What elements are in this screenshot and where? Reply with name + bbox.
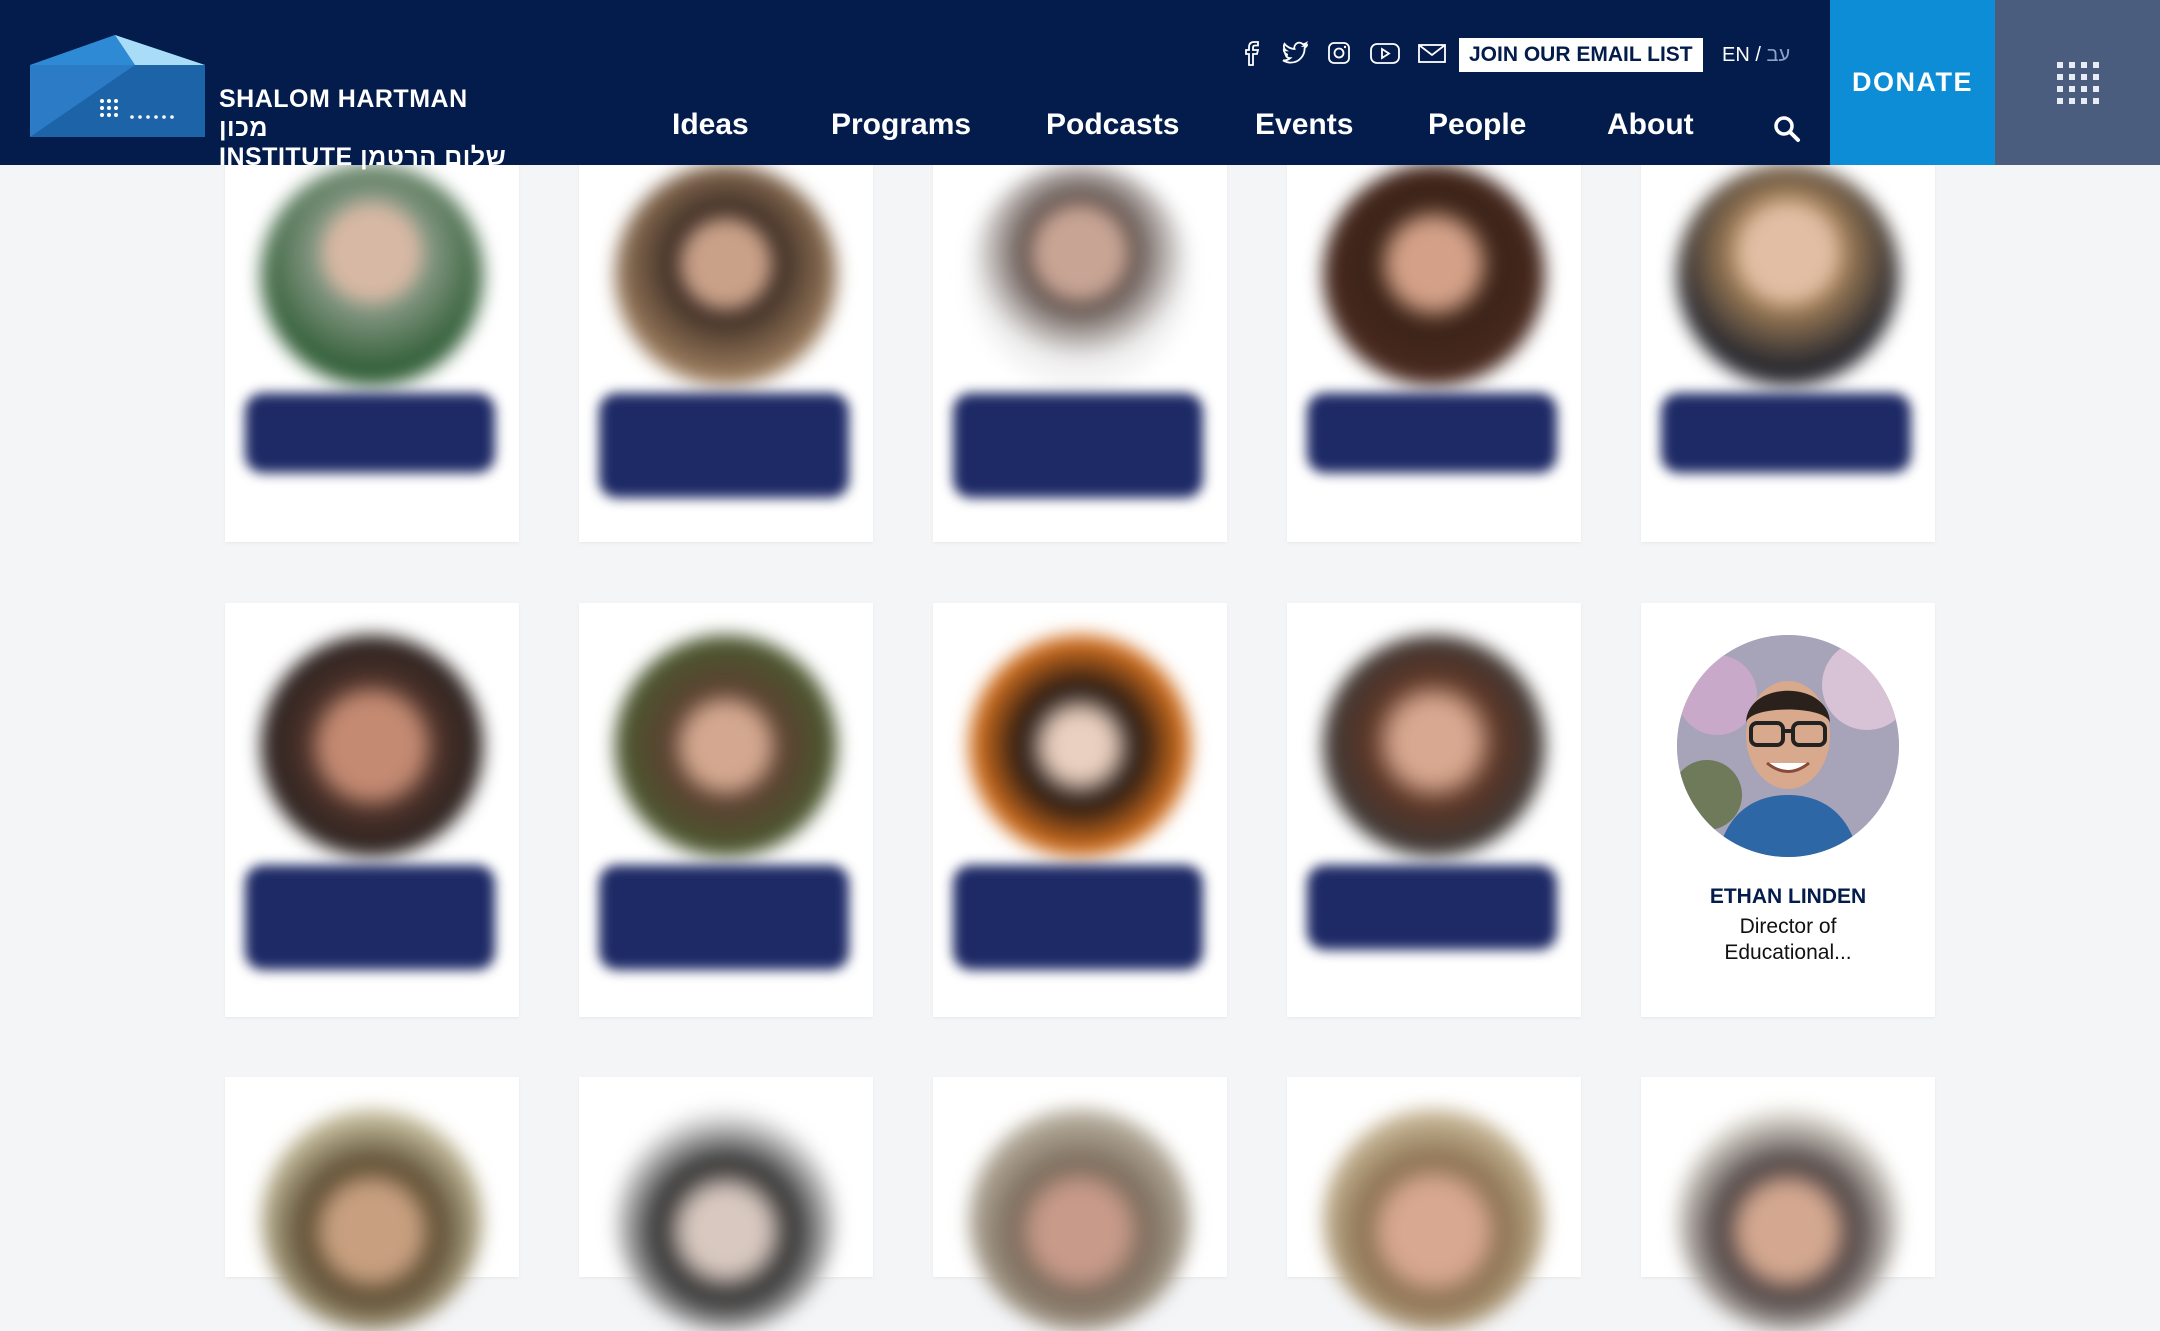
lang-he-link[interactable]: עב (1766, 44, 1790, 66)
person-card[interactable] (579, 108, 873, 542)
redacted-name (599, 865, 849, 970)
redacted-name (245, 865, 495, 970)
person-photo (261, 635, 483, 857)
person-card[interactable] (579, 603, 873, 1017)
redacted-name (953, 865, 1203, 970)
logo-text: SHALOM HARTMAN מכון INSTITUTE שלום הרטמן (219, 85, 510, 172)
language-switcher: EN / עב (1722, 44, 1790, 67)
redacted-name (599, 393, 849, 498)
person-photo (615, 164, 837, 386)
person-photo (969, 1109, 1191, 1331)
person-photo (1323, 635, 1545, 857)
person-card[interactable] (225, 1077, 519, 1331)
person-photo (1677, 1109, 1899, 1331)
facebook-icon[interactable] (1236, 38, 1266, 68)
person-photo (969, 164, 1191, 386)
redacted-name (1307, 393, 1557, 473)
person-card[interactable] (225, 108, 519, 542)
logo-mark-icon (30, 35, 205, 137)
person-title-line-2: Educational... (1724, 941, 1852, 964)
nav-ideas[interactable]: Ideas (672, 108, 749, 142)
menu-grid-icon[interactable] (1995, 0, 2160, 165)
logo-line-2: INSTITUTE שלום הרטמן (219, 143, 507, 171)
person-name[interactable]: ETHAN LINDEN (1641, 885, 1935, 909)
person-card[interactable] (933, 1077, 1227, 1331)
site-header: SHALOM HARTMAN מכון INSTITUTE שלום הרטמן… (0, 0, 2160, 171)
person-card[interactable] (1287, 603, 1581, 1017)
person-photo (1677, 164, 1899, 386)
join-email-list-button[interactable]: JOIN OUR EMAIL LIST (1459, 38, 1703, 72)
person-photo (615, 635, 837, 857)
nav-about[interactable]: About (1607, 108, 1694, 142)
logo-line-1: SHALOM HARTMAN מכון (219, 85, 468, 142)
instagram-icon[interactable] (1324, 38, 1354, 68)
person-photo (969, 635, 1191, 857)
redacted-name (1307, 865, 1557, 950)
person-photo (261, 164, 483, 386)
person-card[interactable] (1287, 1077, 1581, 1331)
nav-people[interactable]: People (1428, 108, 1526, 142)
person-photo (615, 1109, 837, 1331)
person-photo (1323, 1109, 1545, 1331)
person-photo (1677, 635, 1899, 857)
person-card[interactable] (933, 108, 1227, 542)
nav-programs[interactable]: Programs (831, 108, 971, 142)
mail-icon[interactable] (1416, 38, 1448, 68)
person-card[interactable] (1641, 108, 1935, 542)
lang-en-link[interactable]: EN (1722, 44, 1750, 66)
redacted-name (953, 393, 1203, 498)
youtube-icon[interactable] (1368, 38, 1402, 68)
nav-events[interactable]: Events (1255, 108, 1353, 142)
person-card[interactable] (933, 603, 1227, 1017)
redacted-name (1661, 393, 1911, 473)
person-photo (261, 1109, 483, 1331)
person-card[interactable] (1641, 1077, 1935, 1331)
person-card[interactable] (225, 603, 519, 1017)
donate-button[interactable]: DONATE (1830, 0, 1995, 165)
social-links (1236, 38, 1448, 68)
search-icon[interactable] (1773, 115, 1801, 148)
person-title-line-1: Director of (1739, 915, 1837, 938)
person-card[interactable] (579, 1077, 873, 1331)
twitter-icon[interactable] (1280, 38, 1310, 68)
person-photo (1323, 164, 1545, 386)
nav-podcasts[interactable]: Podcasts (1046, 108, 1179, 142)
person-card-ethan-linden[interactable]: ETHAN LINDEN Director of Educational... (1641, 603, 1935, 1017)
site-logo[interactable]: SHALOM HARTMAN מכון INSTITUTE שלום הרטמן (30, 35, 510, 171)
lang-separator: / (1755, 44, 1761, 66)
redacted-name (245, 393, 495, 473)
person-card[interactable] (1287, 108, 1581, 542)
person-title: Director of Educational... (1641, 914, 1935, 966)
